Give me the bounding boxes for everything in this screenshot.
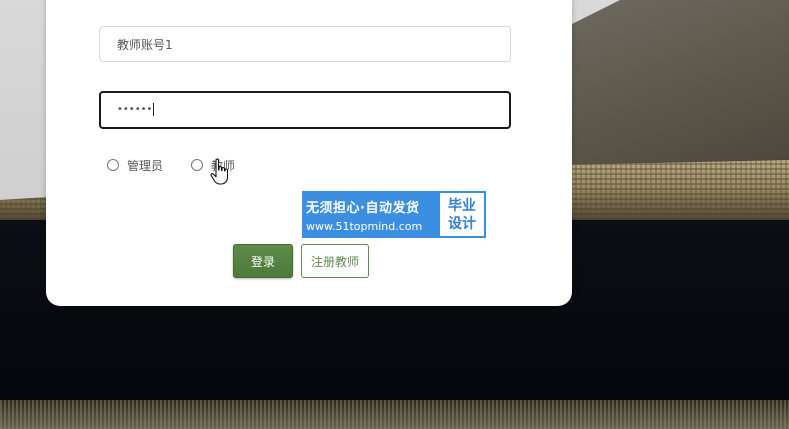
password-input[interactable]: •••••• xyxy=(99,91,511,129)
username-input[interactable]: 教师账号1 xyxy=(99,26,511,62)
watermark-url: www.51topmind.com xyxy=(306,219,423,233)
register-button-label: 注册教师 xyxy=(310,254,359,269)
watermark-banner: 无须担心·自动发货 www.51topmind.com 毕业 设计 xyxy=(302,191,486,238)
role-radio-admin[interactable] xyxy=(107,159,119,171)
login-panel: 教师账号1 •••••• 管理员 教师 登录 注册教师 xyxy=(46,0,572,306)
background-floor xyxy=(0,400,789,429)
watermark-badge: 毕业 设计 xyxy=(438,191,486,238)
hand-pointer-icon xyxy=(210,158,229,185)
role-radio-teacher[interactable] xyxy=(191,159,203,171)
login-button[interactable]: 登录 xyxy=(233,244,293,278)
watermark-badge-line2: 设计 xyxy=(448,215,476,232)
watermark-badge-line1: 毕业 xyxy=(448,197,476,214)
register-teacher-button[interactable]: 注册教师 xyxy=(301,244,369,278)
watermark-slogan: 无须担心·自动发货 xyxy=(306,200,420,216)
text-caret xyxy=(153,102,155,116)
username-value: 教师账号1 xyxy=(117,38,173,52)
login-button-label: 登录 xyxy=(250,254,275,269)
role-label-admin[interactable]: 管理员 xyxy=(127,157,163,174)
background-board xyxy=(560,0,789,175)
watermark-text-block: 无须担心·自动发货 www.51topmind.com xyxy=(302,191,438,238)
password-value: •••••• xyxy=(117,104,153,115)
